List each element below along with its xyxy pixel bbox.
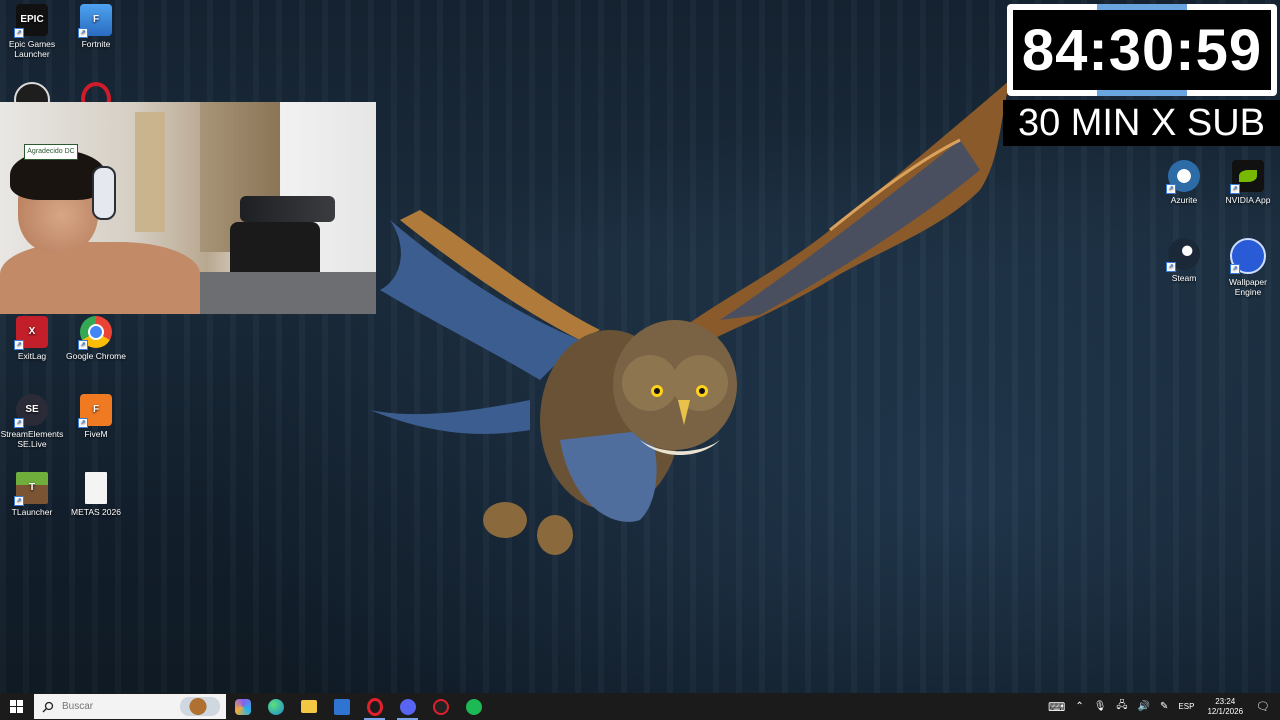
- clock-time: 23:24: [1215, 696, 1236, 706]
- desktop-icon-label: Azurite: [1170, 195, 1198, 205]
- taskbar-app-mail[interactable]: [325, 693, 358, 720]
- owl-wallpaper-illustration: [370, 80, 1010, 555]
- copilot-icon: [234, 698, 251, 715]
- taskbar-clock[interactable]: 23:24 12/1/2026: [1207, 697, 1243, 717]
- desktop-icon-label: Google Chrome: [65, 351, 126, 361]
- subathon-timer: 84:30:59: [1007, 4, 1277, 96]
- webcam-sticker: Agradecido DC: [24, 144, 78, 160]
- desktop-icon-wallpaper-engine[interactable]: ↗ Wallpaper Engine: [1216, 238, 1280, 297]
- mail-icon: [333, 698, 350, 715]
- search-input[interactable]: [60, 700, 174, 713]
- wallpaper-engine-icon: ↗: [1230, 238, 1266, 274]
- folder-icon: [300, 700, 317, 713]
- opera-icon: [366, 697, 383, 716]
- webcam-microphone: [240, 196, 335, 222]
- desktop-icon-epic-games[interactable]: EPIC ↗ Epic Games Launcher: [0, 4, 64, 59]
- taskbar-app-copilot[interactable]: [226, 693, 259, 720]
- desktop-icon-steam[interactable]: ↗ Steam: [1152, 238, 1216, 283]
- desktop-icon-exitlag[interactable]: X ↗ ExitLag: [0, 316, 64, 361]
- streamer-app-icon: [432, 698, 449, 715]
- steam-icon: ↗: [1166, 238, 1200, 272]
- desktop-icon-label: TLauncher: [11, 507, 53, 517]
- desktop-icon-label: StreamElements SE.Live: [0, 429, 64, 449]
- network-icon[interactable]: 🖧: [1116, 698, 1127, 715]
- start-button[interactable]: [0, 693, 32, 720]
- fivem-icon: F ↗: [78, 394, 112, 428]
- edge-icon: [267, 698, 284, 715]
- desktop-icon-nvidia-app[interactable]: ↗ NVIDIA App: [1216, 160, 1280, 205]
- subathon-rate-label: 30 MIN X SUB: [1003, 100, 1280, 146]
- pen-icon[interactable]: ✎: [1160, 701, 1168, 712]
- desktop-icon-streamelements[interactable]: SE ↗ StreamElements SE.Live: [0, 394, 64, 449]
- taskbar-app-discord[interactable]: [391, 693, 424, 720]
- desktop-icon-label: FiveM: [84, 429, 108, 439]
- taskbar: ⌨ ⌃ 🎙 🖧 🔊 ✎ ESP 23:24 12/1/2026 🗨: [0, 693, 1280, 720]
- webcam-headset: [92, 166, 116, 220]
- chevron-up-icon[interactable]: ⌃: [1075, 701, 1083, 712]
- text-document-icon: [85, 472, 107, 504]
- exitlag-icon: X ↗: [14, 316, 48, 350]
- webcam-shelf: [135, 112, 165, 232]
- discord-icon: [399, 698, 416, 715]
- spotify-icon: [465, 698, 482, 715]
- webcam-overlay: Agradecido DC: [0, 102, 376, 314]
- streamelements-icon: SE ↗: [14, 394, 48, 428]
- language-indicator[interactable]: ESP: [1178, 702, 1194, 711]
- notifications-icon[interactable]: 🗨: [1256, 700, 1270, 713]
- volume-icon[interactable]: 🔊: [1138, 701, 1150, 712]
- epic-games-icon: EPIC ↗: [14, 4, 48, 38]
- taskbar-app-streamer[interactable]: [424, 693, 457, 720]
- desktop-icon-fortnite[interactable]: F ↗ Fortnite: [64, 4, 128, 49]
- timer-text: 84:30:59: [1021, 17, 1263, 83]
- search-highlight-beaver-icon: [180, 697, 220, 716]
- azurite-icon: ↗: [1166, 160, 1200, 194]
- clock-date: 12/1/2026: [1207, 706, 1244, 716]
- desktop-icon-label: NVIDIA App: [1225, 195, 1271, 205]
- keyboard-icon[interactable]: ⌨: [1048, 700, 1065, 714]
- tlauncher-icon: T ↗: [14, 472, 48, 506]
- desktop-icon-label: ExitLag: [17, 351, 47, 361]
- desktop-icon-fivem[interactable]: F ↗ FiveM: [64, 394, 128, 439]
- timer-inner: 84:30:59: [1013, 10, 1271, 90]
- desktop-icon-metas-2026[interactable]: METAS 2026: [64, 472, 128, 517]
- timer-bottom-bar: [1097, 90, 1187, 96]
- nvidia-icon: ↗: [1230, 160, 1264, 194]
- desktop-icon-label: Steam: [1171, 273, 1197, 283]
- system-tray: ⌨ ⌃ 🎙 🖧 🔊 ✎ ESP 23:24 12/1/2026 🗨: [1043, 693, 1280, 720]
- webcam-person-body: [0, 242, 200, 314]
- windows-icon: [9, 700, 23, 713]
- desktop-icon-google-chrome[interactable]: ↗ Google Chrome: [64, 316, 128, 361]
- taskbar-app-opera[interactable]: [358, 693, 391, 720]
- taskbar-app-file-explorer[interactable]: [292, 693, 325, 720]
- desktop-icon-label: Epic Games Launcher: [8, 39, 56, 59]
- desktop-icon-label: Fortnite: [81, 39, 111, 49]
- desktop-icon-label: METAS 2026: [71, 507, 121, 517]
- taskbar-app-spotify[interactable]: [457, 693, 490, 720]
- desktop-icon-azurite[interactable]: ↗ Azurite: [1152, 160, 1216, 205]
- fortnite-icon: F ↗: [78, 4, 112, 38]
- microphone-icon[interactable]: 🎙: [1094, 701, 1107, 712]
- desktop-icon-tlauncher[interactable]: T ↗ TLauncher: [0, 472, 64, 517]
- taskbar-search-box[interactable]: [34, 694, 226, 719]
- search-icon: [42, 701, 54, 712]
- taskbar-app-edge[interactable]: [259, 693, 292, 720]
- chrome-icon: ↗: [78, 316, 112, 350]
- desktop-icon-label: Wallpaper Engine: [1229, 277, 1267, 297]
